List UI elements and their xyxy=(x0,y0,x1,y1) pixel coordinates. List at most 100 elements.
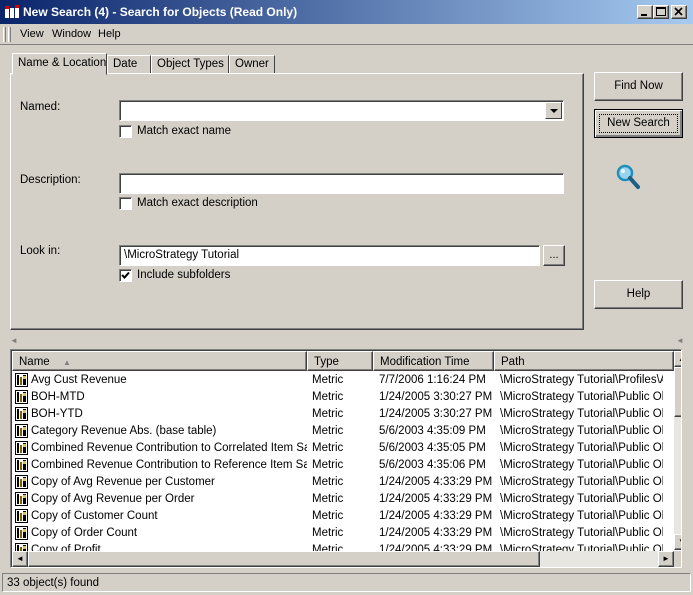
scroll-corner xyxy=(674,551,681,567)
include-subfolders-checkbox[interactable] xyxy=(119,269,132,282)
cell-modification-time: 7/7/2006 1:16:24 PM xyxy=(379,374,486,386)
cell-path: \MicroStrategy Tutorial\Profiles\Ad xyxy=(500,374,663,386)
menu-window[interactable]: Window xyxy=(52,28,91,40)
tab-owner[interactable]: Owner xyxy=(229,55,275,74)
new-search-button[interactable]: New Search xyxy=(594,109,683,138)
scroll-left-button[interactable]: ◄ xyxy=(12,551,28,567)
splitter-right-arrow[interactable]: ◄ xyxy=(676,336,684,345)
status-bar: 33 object(s) found xyxy=(2,573,691,592)
match-exact-description-label: Match exact description xyxy=(137,197,258,209)
cell-modification-time: 5/6/2003 4:35:09 PM xyxy=(379,425,486,437)
cell-path: \MicroStrategy Tutorial\Public Obj xyxy=(500,425,663,437)
cell-name: BOH-YTD xyxy=(31,408,83,420)
table-row[interactable]: Copy of Order Count Metric 1/24/2005 4:33:… xyxy=(13,525,663,542)
table-row[interactable]: Copy of Customer Count Metric 1/24/2005 4:… xyxy=(13,508,663,525)
menu-grip xyxy=(8,27,11,42)
cell-path: \MicroStrategy Tutorial\Public Obj xyxy=(500,527,663,539)
metric-icon xyxy=(15,441,28,455)
cell-modification-time: 1/24/2005 4:33:29 PM xyxy=(379,476,493,488)
title-bar[interactable]: New Search (4) - Search for Objects (Rea… xyxy=(0,0,693,24)
cell-name: Combined Revenue Contribution to Correla… xyxy=(31,442,307,454)
look-in-label: Look in: xyxy=(20,245,61,257)
column-name-label: Name xyxy=(19,356,50,368)
tab-date[interactable]: Date xyxy=(107,55,151,74)
match-exact-name-label: Match exact name xyxy=(137,125,231,137)
table-row[interactable]: Copy of Avg Revenue per Order Metric 1/24/… xyxy=(13,491,663,508)
description-label: Description: xyxy=(20,174,81,186)
table-row[interactable]: BOH-YTD Metric 1/24/2005 3:30:27 PM \MicroS… xyxy=(13,406,663,423)
minimize-button[interactable] xyxy=(637,5,653,19)
table-row[interactable]: Category Revenue Abs. (base table) Metric… xyxy=(13,423,663,440)
metric-icon xyxy=(15,526,28,540)
cell-path: \MicroStrategy Tutorial\Public Obj xyxy=(500,459,663,471)
cell-path: \MicroStrategy Tutorial\Public Obj xyxy=(500,493,663,505)
match-exact-description-checkbox[interactable] xyxy=(119,197,132,210)
table-row[interactable]: Copy of Avg Revenue per Customer Metric 1/… xyxy=(13,474,663,491)
table-row[interactable]: Avg Cust Revenue Metric 7/7/2006 1:16:24 P… xyxy=(13,372,663,389)
vertical-scrollbar[interactable]: ▲ ▼ xyxy=(674,351,681,550)
scroll-up-button[interactable]: ▲ xyxy=(674,351,681,367)
cell-type: Metric xyxy=(312,425,344,437)
metric-icon xyxy=(15,458,28,472)
cell-type: Metric xyxy=(312,442,344,454)
cell-name: Category Revenue Abs. (base table) xyxy=(31,425,217,437)
match-exact-name-checkbox[interactable] xyxy=(119,125,132,138)
app-icon xyxy=(5,5,19,18)
named-dropdown-button[interactable] xyxy=(545,102,562,119)
column-header-name[interactable]: Name ▲ xyxy=(12,351,307,371)
vertical-scroll-thumb[interactable] xyxy=(674,367,681,417)
column-header-modification-time[interactable]: Modification Time xyxy=(373,351,494,371)
table-row[interactable]: BOH-MTD Metric 1/24/2005 3:30:27 PM \MicroS… xyxy=(13,389,663,406)
cell-name: Copy of Customer Count xyxy=(31,510,158,522)
splitter-left-arrow[interactable]: ◄ xyxy=(10,336,18,345)
cell-path: \MicroStrategy Tutorial\Public Obj xyxy=(500,408,663,420)
close-icon xyxy=(674,7,683,16)
scroll-down-button[interactable]: ▼ xyxy=(674,534,681,550)
scroll-right-button[interactable]: ► xyxy=(658,551,674,567)
cell-type: Metric xyxy=(312,476,344,488)
table-row[interactable]: Combined Revenue Contribution to Referen… xyxy=(13,457,663,474)
horizontal-scroll-thumb[interactable] xyxy=(28,551,540,567)
look-in-input[interactable]: \MicroStrategy Tutorial xyxy=(119,245,540,266)
column-header-path[interactable]: Path xyxy=(494,351,674,371)
maximize-button[interactable] xyxy=(653,5,669,19)
tab-object-types[interactable]: Object Types xyxy=(151,55,229,74)
window-title: New Search (4) - Search for Objects (Rea… xyxy=(23,5,298,19)
cell-modification-time: 1/24/2005 4:33:29 PM xyxy=(379,510,493,522)
cell-name: Avg Cust Revenue xyxy=(31,374,127,386)
menu-help[interactable]: Help xyxy=(98,28,121,40)
horizontal-scrollbar[interactable]: ◄ ► xyxy=(12,551,674,567)
cell-modification-time: 1/24/2005 4:33:29 PM xyxy=(379,527,493,539)
cell-path: \MicroStrategy Tutorial\Public Obj xyxy=(500,476,663,488)
cell-type: Metric xyxy=(312,391,344,403)
cell-name: BOH-MTD xyxy=(31,391,85,403)
checkmark-icon xyxy=(121,271,130,279)
browse-button[interactable]: ... xyxy=(543,245,565,266)
maximize-icon xyxy=(656,7,666,16)
cell-type: Metric xyxy=(312,459,344,471)
menu-view[interactable]: View xyxy=(20,28,44,40)
tab-name-location[interactable]: Name & Location xyxy=(12,53,107,75)
cell-name: Copy of Order Count xyxy=(31,527,138,539)
cell-type: Metric xyxy=(312,408,344,420)
results-list[interactable]: Name ▲ Type Modification Time Path Avg C… xyxy=(10,349,682,568)
menu-grip xyxy=(3,27,6,42)
cell-name: Copy of Avg Revenue per Customer xyxy=(31,476,215,488)
named-combobox[interactable] xyxy=(119,100,564,121)
close-button[interactable] xyxy=(671,5,687,19)
table-row[interactable]: Combined Revenue Contribution to Correla… xyxy=(13,440,663,457)
find-now-button[interactable]: Find Now xyxy=(594,72,683,101)
column-header-type[interactable]: Type xyxy=(307,351,373,371)
sort-ascending-icon: ▲ xyxy=(63,358,71,367)
status-text: 33 object(s) found xyxy=(7,577,100,589)
look-in-value: \MicroStrategy Tutorial xyxy=(124,249,240,261)
cell-type: Metric xyxy=(312,374,344,386)
cell-modification-time: 1/24/2005 4:33:29 PM xyxy=(379,493,493,505)
help-button[interactable]: Help xyxy=(594,280,683,309)
cell-modification-time: 1/24/2005 3:30:27 PM xyxy=(379,408,493,420)
cell-type: Metric xyxy=(312,527,344,539)
metric-icon xyxy=(15,475,28,489)
description-input[interactable] xyxy=(119,173,564,194)
cell-path: \MicroStrategy Tutorial\Public Obj xyxy=(500,391,663,403)
named-label: Named: xyxy=(20,101,61,113)
